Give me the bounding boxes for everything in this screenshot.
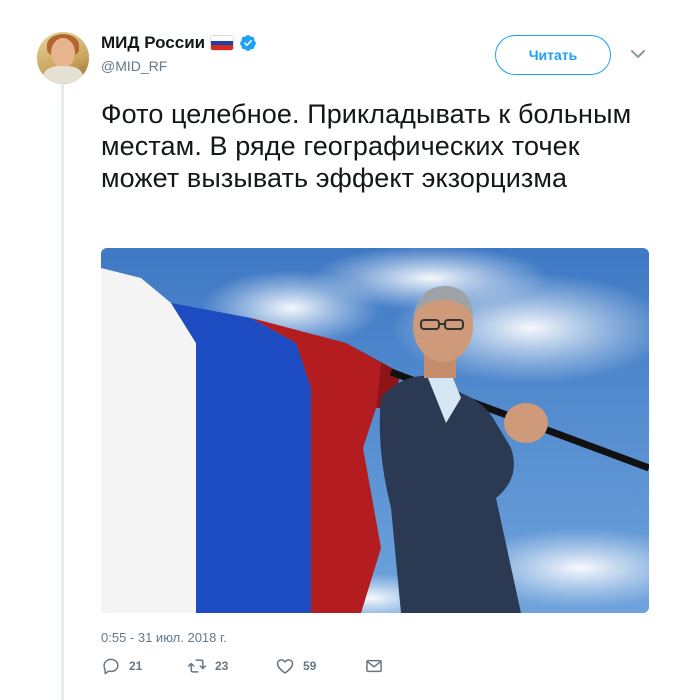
envelope-icon (366, 659, 382, 673)
heart-icon (276, 659, 294, 674)
follow-button[interactable]: Читать (495, 35, 611, 75)
retweet-icon (187, 659, 207, 673)
reply-count: 21 (129, 659, 143, 673)
retweet-count: 23 (215, 659, 229, 673)
account-name[interactable]: МИД России (101, 33, 205, 53)
retweet-button[interactable]: 23 (187, 656, 228, 676)
thread-line (61, 84, 64, 700)
direct-message-button[interactable] (364, 656, 384, 676)
tweet-text: Фото целебное. Прикладывать к больным ме… (101, 99, 632, 193)
reply-icon (103, 658, 119, 675)
avatar[interactable] (37, 32, 89, 84)
russia-flag-icon (211, 36, 234, 50)
account-handle[interactable]: @MID_RF (101, 58, 257, 74)
photo-flag-man (101, 248, 649, 613)
reply-button[interactable]: 21 (101, 656, 142, 676)
verified-badge-icon (240, 35, 256, 51)
tweet-timestamp[interactable]: 0:55 - 31 июл. 2018 г. (101, 630, 227, 645)
tweet-photo[interactable] (101, 248, 649, 613)
tweet-header: МИД России @MID_RF (101, 33, 257, 74)
chevron-down-icon[interactable] (628, 46, 648, 62)
like-button[interactable]: 59 (275, 656, 316, 676)
like-count: 59 (303, 659, 317, 673)
